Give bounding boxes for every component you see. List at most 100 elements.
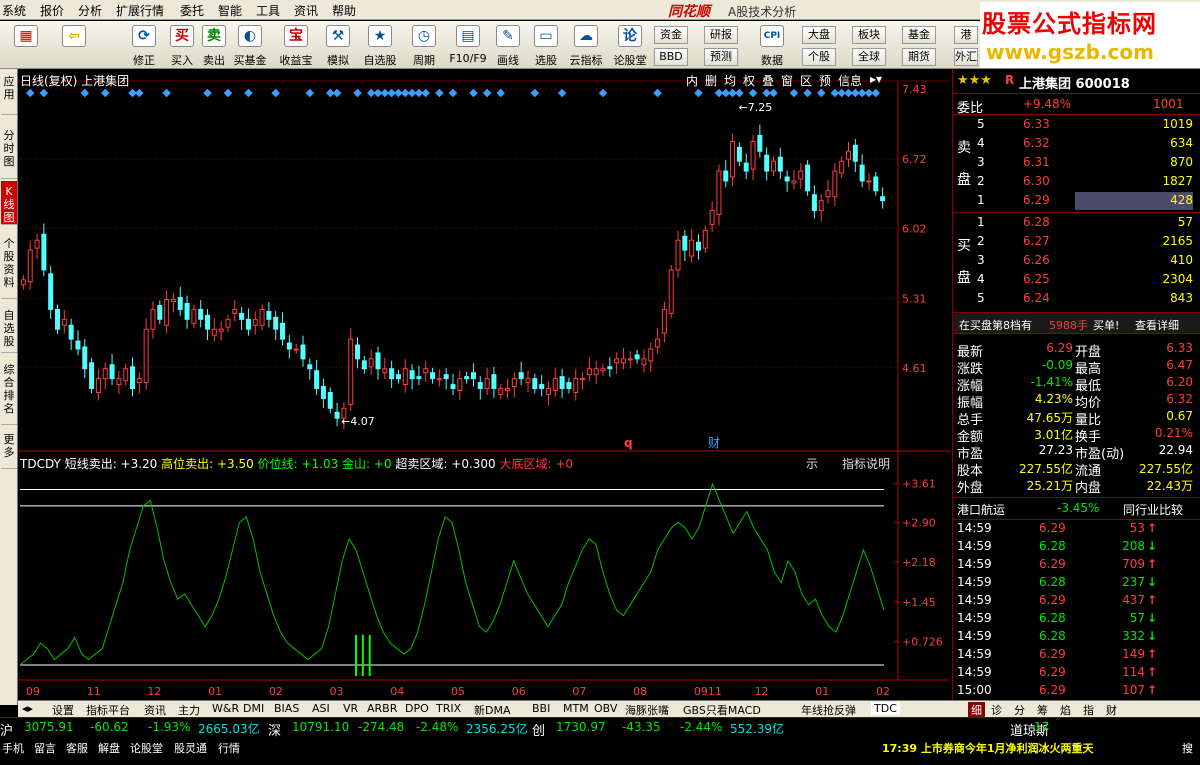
news-ticker[interactable]: 17:39 上市券商今年1月净利润冰火两重天 [882,740,1094,756]
rtab-6[interactable]: 财 [1106,702,1117,718]
leftnav-item-2[interactable]: K线图 [1,181,17,225]
ind-btn-explain[interactable]: 指标说明 [842,455,890,472]
quick-btn-10[interactable]: 港 [954,26,978,44]
quick-btn-11[interactable]: 外汇 [954,48,978,66]
tab-5[interactable]: DMI [243,702,264,715]
tab-0[interactable]: 设置 [52,702,74,718]
toolbar-label: 论股堂 [613,54,647,67]
quick-btn-7[interactable]: 全球 [852,48,886,66]
toolbar-hammer-button[interactable]: ⚒ 模拟 [320,21,356,69]
rtab-5[interactable]: 指 [1083,702,1094,718]
toolbar-monitor-button[interactable]: ▭ 选股 [528,21,564,69]
menu-8[interactable]: 帮助 [332,2,356,19]
bottom-link-2[interactable]: 客服 [66,740,88,756]
tab-scroll-left-icon[interactable]: ◂▸ [22,702,33,715]
peer-compare-button[interactable]: 同行业比较 [1123,501,1183,518]
toolbar-cpi-button[interactable]: CPI 数据 [754,21,790,69]
tab-11[interactable]: TRIX [436,702,461,715]
menu-0[interactable]: 系统 [2,2,26,19]
tab-2[interactable]: 资讯 [144,702,166,718]
sep [953,212,1200,213]
toolbar-cloud-button[interactable]: ☁ 云指标 [568,21,604,69]
menu-7[interactable]: 资讯 [294,2,318,19]
quick-btn-3[interactable]: 预测 [704,48,738,66]
toolbar-fund-button[interactable]: ◐ 买基金 [232,21,268,69]
rtab-3[interactable]: 筹 [1037,702,1048,718]
quick-btn-0[interactable]: 资金 [654,26,688,44]
toolbar-back-arrow-button[interactable]: ⇦ [56,21,92,69]
quick-btn-5[interactable]: 个股 [802,48,836,66]
tick-arrow-icon: ↓ [1147,629,1158,643]
bottom-link-1[interactable]: 留言 [34,740,56,756]
toolbar-star-button[interactable]: ★ 自选股 [362,21,398,69]
rtab-1[interactable]: 诊 [991,702,1002,718]
tab-15[interactable]: OBV [594,702,617,715]
tab-10[interactable]: DPO [405,702,429,715]
chart-area[interactable]: 7.43 6.72 6.02 5.31 4.61 ←7.25 ←4.07 q 财 +3.61 +2.… [18,69,951,705]
toolbar-grid-button[interactable]: ▦ [8,21,44,69]
leftnav-item-1[interactable]: 分时图 [1,125,17,179]
tab-13[interactable]: BBI [532,702,550,715]
toolbar-adjust-button[interactable]: ⟳ 修正 [126,21,162,69]
quick-btn-2[interactable]: 研报 [704,26,738,44]
toolbar-sell-button[interactable]: 卖卖出 [196,21,232,69]
tab-17[interactable]: GBS只看MACD [683,702,761,718]
tab-7[interactable]: ASI [312,702,330,715]
bottom-link-5[interactable]: 股灵通 [174,740,207,756]
kline-tool-3[interactable]: 权 [743,72,755,89]
toolbar-f10-button[interactable]: ▤ F10/F9 [449,21,487,69]
kline-tool-0[interactable]: 内 [686,72,698,89]
menu-1[interactable]: 报价 [40,2,64,19]
menu-2[interactable]: 分析 [78,2,102,19]
menu-4[interactable]: 委托 [180,2,204,19]
tab-9[interactable]: ARBR [367,702,397,715]
search-link[interactable]: 搜 [1182,740,1193,756]
leftnav-item-5[interactable]: 综合排名 [1,359,17,425]
quick-btn-1[interactable]: BBD [654,48,688,66]
quick-btn-4[interactable]: 大盘 [802,26,836,44]
menu-6[interactable]: 工具 [256,2,280,19]
tab-4[interactable]: W&R [212,702,239,715]
quick-btn-8[interactable]: 基金 [902,26,936,44]
leftnav-item-6[interactable]: 更多 [1,429,17,469]
quote-value: 3.01亿 [1034,428,1073,442]
toolbar-treasure-button[interactable]: 宝收益宝 [278,21,314,69]
kline-tool-4[interactable]: 叠 [762,72,774,89]
toolbar-forum-button[interactable]: 论论股堂 [612,21,648,69]
tab-8[interactable]: VR [343,702,358,715]
rtab-2[interactable]: 分 [1014,702,1025,718]
bottom-link-6[interactable]: 行情 [218,740,240,756]
bottom-link-0[interactable]: 手机 [2,740,24,756]
menu-5[interactable]: 智能 [218,2,242,19]
rtab-4[interactable]: 焰 [1060,702,1071,718]
toolbar-clock-button[interactable]: ◷ 周期 [406,21,442,69]
toolbar-pen-button[interactable]: ✎ 画线 [490,21,526,69]
bottom-link-3[interactable]: 解盘 [98,740,120,756]
leftnav-item-3[interactable]: 个股资料 [1,233,17,299]
bottom-link-4[interactable]: 论股堂 [130,740,163,756]
tab-18[interactable]: 年线抢反弹 [801,702,856,718]
tab-19[interactable]: TDC [871,702,900,715]
kline-tool-5[interactable]: 窗 [781,72,793,89]
kline-tool-8[interactable]: 信息 [838,72,862,89]
ind-hdr-part: 高位卖出: [161,457,217,471]
kline-tool-2[interactable]: 均 [724,72,736,89]
quick-btn-9[interactable]: 期货 [902,48,936,66]
tab-12[interactable]: 新DMA [474,702,511,718]
tab-16[interactable]: 海豚张嘴 [625,702,669,718]
tab-14[interactable]: MTM [563,702,589,715]
quick-btn-6[interactable]: 板块 [852,26,886,44]
rtab-0[interactable]: 细 [968,702,985,718]
leftnav-item-0[interactable]: 应用 [1,71,17,115]
kline-menu-arrow-icon[interactable]: ▸▾ [870,72,882,86]
tab-1[interactable]: 指标平台 [86,702,130,718]
notice-detail-link[interactable]: 查看详细 [1135,317,1179,333]
kline-tool-7[interactable]: 预 [819,72,831,89]
leftnav-item-4[interactable]: 自选股 [1,305,17,353]
kline-tool-6[interactable]: 区 [800,72,812,89]
menu-3[interactable]: 扩展行情 [116,2,164,19]
tab-3[interactable]: 主力 [178,702,200,718]
tab-6[interactable]: BIAS [274,702,299,715]
ind-btn-show[interactable]: 示 [806,455,818,472]
kline-tool-1[interactable]: 删 [705,72,717,89]
